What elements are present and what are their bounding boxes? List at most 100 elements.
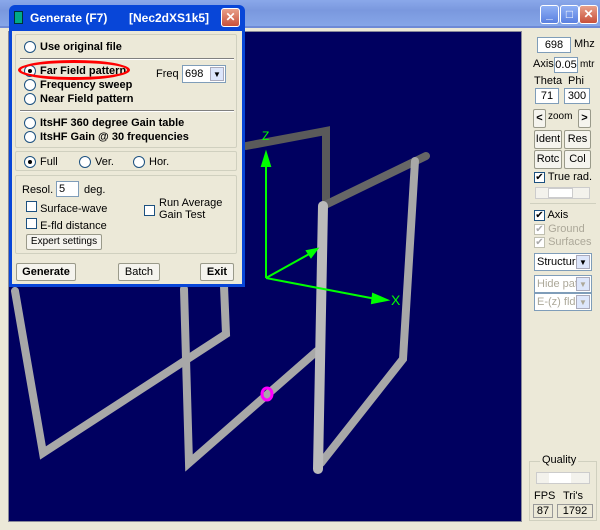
wire-back-top <box>242 126 330 205</box>
frequency-sweep-label: Frequency sweep <box>40 79 133 91</box>
axis-checkbox-label: Axis <box>547 209 569 221</box>
zoom-in-button[interactable]: > <box>578 109 591 128</box>
itshf-30-label: ItsHF Gain @ 30 frequencies <box>40 131 189 143</box>
fps-label: FPS <box>534 490 556 502</box>
efld-distance-checkbox[interactable]: E-fld distance <box>26 218 107 232</box>
axis-checkbox[interactable]: ✔ Axis <box>534 209 568 221</box>
horizontal-label: Hor. <box>149 156 170 168</box>
rotc-button[interactable]: Rotc <box>534 150 562 169</box>
divider <box>20 110 234 112</box>
ident-button[interactable]: Ident <box>534 130 562 149</box>
batch-button[interactable]: Batch <box>118 263 160 281</box>
zoom-label: zoom <box>548 111 573 122</box>
tris-value: 1792 <box>557 504 593 518</box>
phi-field[interactable]: 300 <box>564 88 590 104</box>
efield-dropdown: E-(z) fld ▼ <box>534 293 592 311</box>
chevron-down-icon: ▼ <box>210 67 224 81</box>
dialog-title: Generate (F7) <box>30 11 108 25</box>
x-axis-label: X <box>391 292 401 308</box>
phi-label: Phi <box>568 75 584 87</box>
ground-label: Ground <box>548 223 585 235</box>
control-panel: 698 Mhz Axis 0.05 mtr Theta Phi 71 300 <… <box>524 31 600 530</box>
settings-group: Resol. 5 deg. Surface-wave E-fld distanc… <box>15 175 237 254</box>
check-icon: ✔ <box>534 172 545 183</box>
slider-thumb[interactable] <box>549 473 571 483</box>
mode-group: Use original file Far Field pattern Freq… <box>15 34 237 148</box>
dialog-titlebar: Generate (F7) [Nec2dXS1k5] ✕ <box>12 5 242 31</box>
quality-slider[interactable] <box>536 472 590 484</box>
run-average-checkbox[interactable] <box>144 205 155 219</box>
freq-field[interactable]: 698 <box>537 37 571 53</box>
close-button[interactable]: ✕ <box>579 5 598 24</box>
structure-value: Structure <box>537 256 582 268</box>
exit-button[interactable]: Exit <box>200 263 234 281</box>
efld-value: E-(z) fld <box>537 296 576 308</box>
hide-pattern-dropdown: Hide patt. ▼ <box>534 275 592 293</box>
vertical-label: Ver. <box>95 156 114 168</box>
radio-itshf-30[interactable] <box>24 131 36 143</box>
tris-label: Tri's <box>563 490 584 502</box>
true-rad-slider[interactable] <box>535 187 590 199</box>
axis-unit: mtr <box>580 59 595 70</box>
slider-thumb[interactable] <box>548 188 573 198</box>
radio-use-original[interactable] <box>24 41 36 53</box>
surfaces-label: Surfaces <box>548 236 592 248</box>
use-original-label: Use original file <box>40 41 122 53</box>
true-rad-checkbox[interactable]: ✔ True rad. <box>534 171 592 183</box>
radio-horizontal[interactable] <box>133 156 145 168</box>
freq-value: 698 <box>185 68 204 80</box>
dialog-subtitle: [Nec2dXS1k5] <box>129 11 210 25</box>
resol-label: Resol. <box>22 184 54 196</box>
quality-label: Quality <box>540 454 579 466</box>
theta-label: Theta <box>534 75 563 87</box>
dialog-close-button[interactable]: ✕ <box>221 8 240 27</box>
z-axis-label: Z <box>262 129 269 143</box>
structure-dropdown[interactable]: Structure ▼ <box>534 253 592 271</box>
generate-button[interactable]: Generate <box>16 263 76 281</box>
expert-settings-button[interactable]: Expert settings <box>26 234 102 250</box>
wire-front-right <box>317 157 419 467</box>
wire-front-pole <box>313 201 328 474</box>
highlight-ellipse <box>18 60 130 80</box>
radio-frequency-sweep[interactable] <box>24 79 36 91</box>
radio-vertical[interactable] <box>79 156 91 168</box>
true-rad-label: True rad. <box>547 171 593 183</box>
theta-field[interactable]: 71 <box>535 88 559 104</box>
resol-field[interactable]: 5 <box>56 181 79 197</box>
fps-value: 87 <box>533 504 553 518</box>
radio-itshf-360[interactable] <box>24 117 36 129</box>
plane-group: Full Ver. Hor. <box>15 151 237 171</box>
col-button[interactable]: Col <box>564 150 591 169</box>
minimize-button[interactable]: _ <box>540 5 559 24</box>
wire-middle <box>180 285 321 472</box>
maximize-button[interactable]: □ <box>560 5 579 24</box>
efld-distance-label: E-fld distance <box>40 220 107 232</box>
freq-dropdown[interactable]: 698 ▼ <box>182 65 226 83</box>
axis-label: Axis <box>533 58 554 70</box>
run-average-label: Run Average Gain Test <box>159 197 223 221</box>
divider <box>20 58 234 60</box>
generate-dialog: Generate (F7) [Nec2dXS1k5] ✕ Use origina… <box>9 5 245 287</box>
zoom-out-button[interactable]: < <box>533 109 546 128</box>
chevron-down-icon: ▼ <box>576 277 590 291</box>
chevron-down-icon: ▼ <box>576 295 590 309</box>
quality-group: Quality FPS Tri's 87 1792 <box>529 454 597 521</box>
freq-label: Freq : <box>156 68 185 80</box>
surface-wave-label: Surface-wave <box>40 203 108 215</box>
wire-back-loop <box>11 282 231 460</box>
y-axis <box>265 252 312 279</box>
axis-size-field[interactable]: 0.05 <box>554 57 578 73</box>
full-label: Full <box>40 156 58 168</box>
surfaces-checkbox: ✔ Surfaces <box>534 236 592 248</box>
res-button[interactable]: Res <box>564 130 591 149</box>
app-icon <box>14 11 23 24</box>
itshf-360-label: ItsHF 360 degree Gain table <box>40 117 185 129</box>
ground-checkbox: ✔ Ground <box>534 223 585 235</box>
freq-unit: Mhz <box>574 38 595 50</box>
radio-near-field[interactable] <box>24 93 36 105</box>
chevron-down-icon: ▼ <box>576 255 590 269</box>
near-field-label: Near Field pattern <box>40 93 134 105</box>
radio-full[interactable] <box>24 156 36 168</box>
divider <box>530 203 596 204</box>
surface-wave-checkbox[interactable]: Surface-wave <box>26 201 107 215</box>
